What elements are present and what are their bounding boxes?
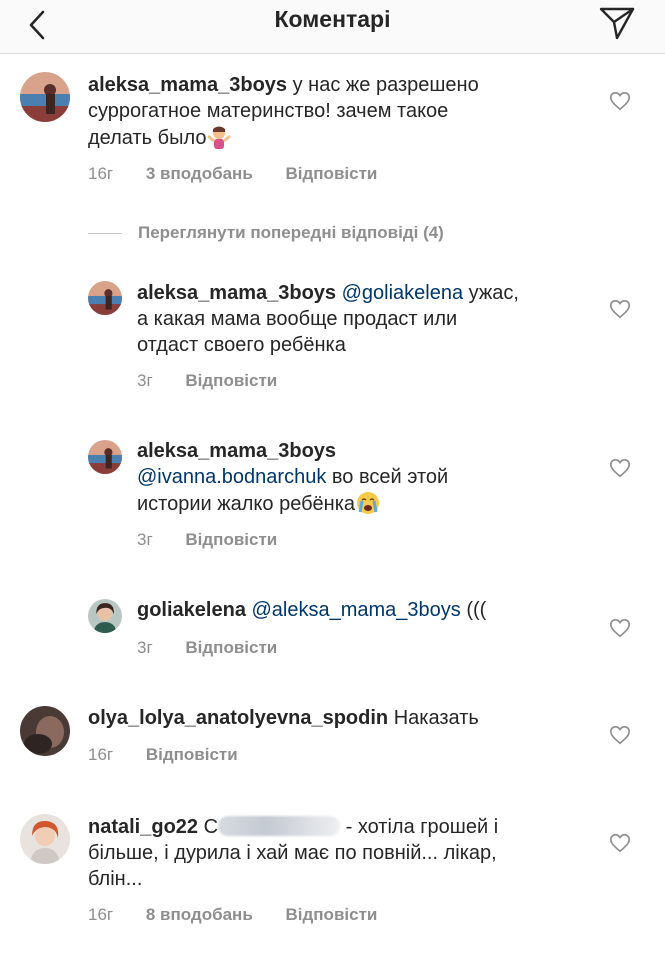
- reply-button[interactable]: Відповісти: [286, 905, 378, 924]
- comment-meta: 3г Відповісти: [137, 530, 305, 550]
- direct-send-icon: [599, 7, 635, 40]
- comment-body: (((: [466, 599, 487, 621]
- heart-icon: [610, 458, 630, 478]
- view-previous-replies[interactable]: Переглянути попередні відповіді (4): [88, 220, 444, 246]
- comment-time: 16г: [88, 164, 114, 183]
- avatar[interactable]: [20, 814, 70, 864]
- comment-body: истории жалко ребёнка: [137, 493, 356, 515]
- comment-time: 3г: [137, 638, 153, 657]
- mention-link[interactable]: @goliakelena: [342, 282, 464, 304]
- crying-face-emoji-icon: [357, 492, 380, 514]
- comment-body: С: [203, 816, 219, 838]
- comment-body: делать было: [88, 127, 207, 149]
- heart-icon: [610, 833, 630, 853]
- view-previous-replies-label: Переглянути попередні відповіді (4): [138, 223, 444, 242]
- comment-body: а какая мама вообще продаст или: [137, 308, 458, 330]
- reply-button[interactable]: Відповісти: [146, 745, 238, 764]
- comment-time: 3г: [137, 530, 153, 549]
- comment-text: natali_go22 С - хотіла грошей і більше, …: [88, 814, 588, 892]
- avatar[interactable]: [88, 281, 122, 315]
- like-button[interactable]: [609, 617, 631, 639]
- comment-body: - хотіла грошей і: [345, 816, 499, 838]
- comment-text: aleksa_mama_3boys у нас же разрешено сур…: [88, 72, 588, 151]
- like-button[interactable]: [609, 724, 631, 746]
- comment-body: суррогатное материнство! зачем такое: [88, 100, 449, 122]
- comment-body: блін...: [88, 868, 143, 890]
- censored-text: [218, 816, 341, 836]
- heart-icon: [610, 618, 630, 638]
- like-button[interactable]: [609, 90, 631, 112]
- heart-icon: [610, 91, 630, 111]
- avatar[interactable]: [20, 706, 70, 756]
- shrug-emoji-icon: [207, 126, 232, 149]
- comment-text: goliakelena @aleksa_mama_3boys (((: [137, 597, 587, 623]
- avatar[interactable]: [20, 72, 70, 122]
- comment-username[interactable]: aleksa_mama_3boys: [137, 282, 336, 304]
- comment-body: ужас,: [468, 282, 519, 304]
- mention-link[interactable]: @ivanna.bodnarchuk: [137, 466, 326, 488]
- like-button[interactable]: [609, 298, 631, 320]
- like-button[interactable]: [609, 457, 631, 479]
- comment-time: 16г: [88, 905, 114, 924]
- comment-body: отдаст своего ребёнка: [137, 334, 346, 356]
- comment-meta: 3г Відповісти: [137, 371, 305, 391]
- comment-username[interactable]: aleksa_mama_3boys: [88, 74, 287, 96]
- comment-time: 3г: [137, 371, 153, 390]
- reply-button[interactable]: Відповісти: [185, 638, 277, 657]
- likes-count[interactable]: 3 вподобань: [146, 164, 253, 183]
- comment-body: більше, і дурила і хай має по повній... …: [88, 842, 497, 864]
- comment-text: olya_lolya_anatolyevna_spodin Наказать: [88, 705, 588, 731]
- heart-icon: [610, 725, 630, 745]
- comment-body: у нас же разрешено: [292, 74, 479, 96]
- divider: [88, 232, 122, 234]
- comment-username[interactable]: aleksa_mama_3boys: [137, 440, 336, 462]
- avatar[interactable]: [88, 599, 122, 633]
- comment-body: Наказать: [393, 707, 479, 729]
- direct-send-button[interactable]: [597, 2, 637, 42]
- mention-link[interactable]: @aleksa_mama_3boys: [252, 599, 461, 621]
- comment-username[interactable]: natali_go22: [88, 816, 198, 838]
- reply-button[interactable]: Відповісти: [185, 530, 277, 549]
- comment-body: во всей этой: [331, 466, 449, 488]
- comment-meta: 3г Відповісти: [137, 638, 305, 658]
- comment-text: aleksa_mama_3boys @goliakelena ужас, а к…: [137, 280, 587, 358]
- comment-username[interactable]: goliakelena: [137, 599, 246, 621]
- page-title: Коментарі: [274, 6, 391, 32]
- header-bar: Коментарі: [0, 0, 665, 54]
- avatar[interactable]: [88, 440, 122, 474]
- comment-time: 16г: [88, 745, 114, 764]
- reply-button[interactable]: Відповісти: [286, 164, 378, 183]
- reply-button[interactable]: Відповісти: [185, 371, 277, 390]
- comment-username[interactable]: olya_lolya_anatolyevna_spodin: [88, 707, 388, 729]
- comment-meta: 16г Відповісти: [88, 745, 266, 765]
- like-button[interactable]: [609, 832, 631, 854]
- comment-meta: 16г 8 вподобань Відповісти: [88, 905, 405, 925]
- heart-icon: [610, 299, 630, 319]
- comment-meta: 16г 3 вподобань Відповісти: [88, 164, 405, 184]
- likes-count[interactable]: 8 вподобань: [146, 905, 253, 924]
- comment-text: aleksa_mama_3boys @ivanna.bodnarchuk во …: [137, 438, 587, 517]
